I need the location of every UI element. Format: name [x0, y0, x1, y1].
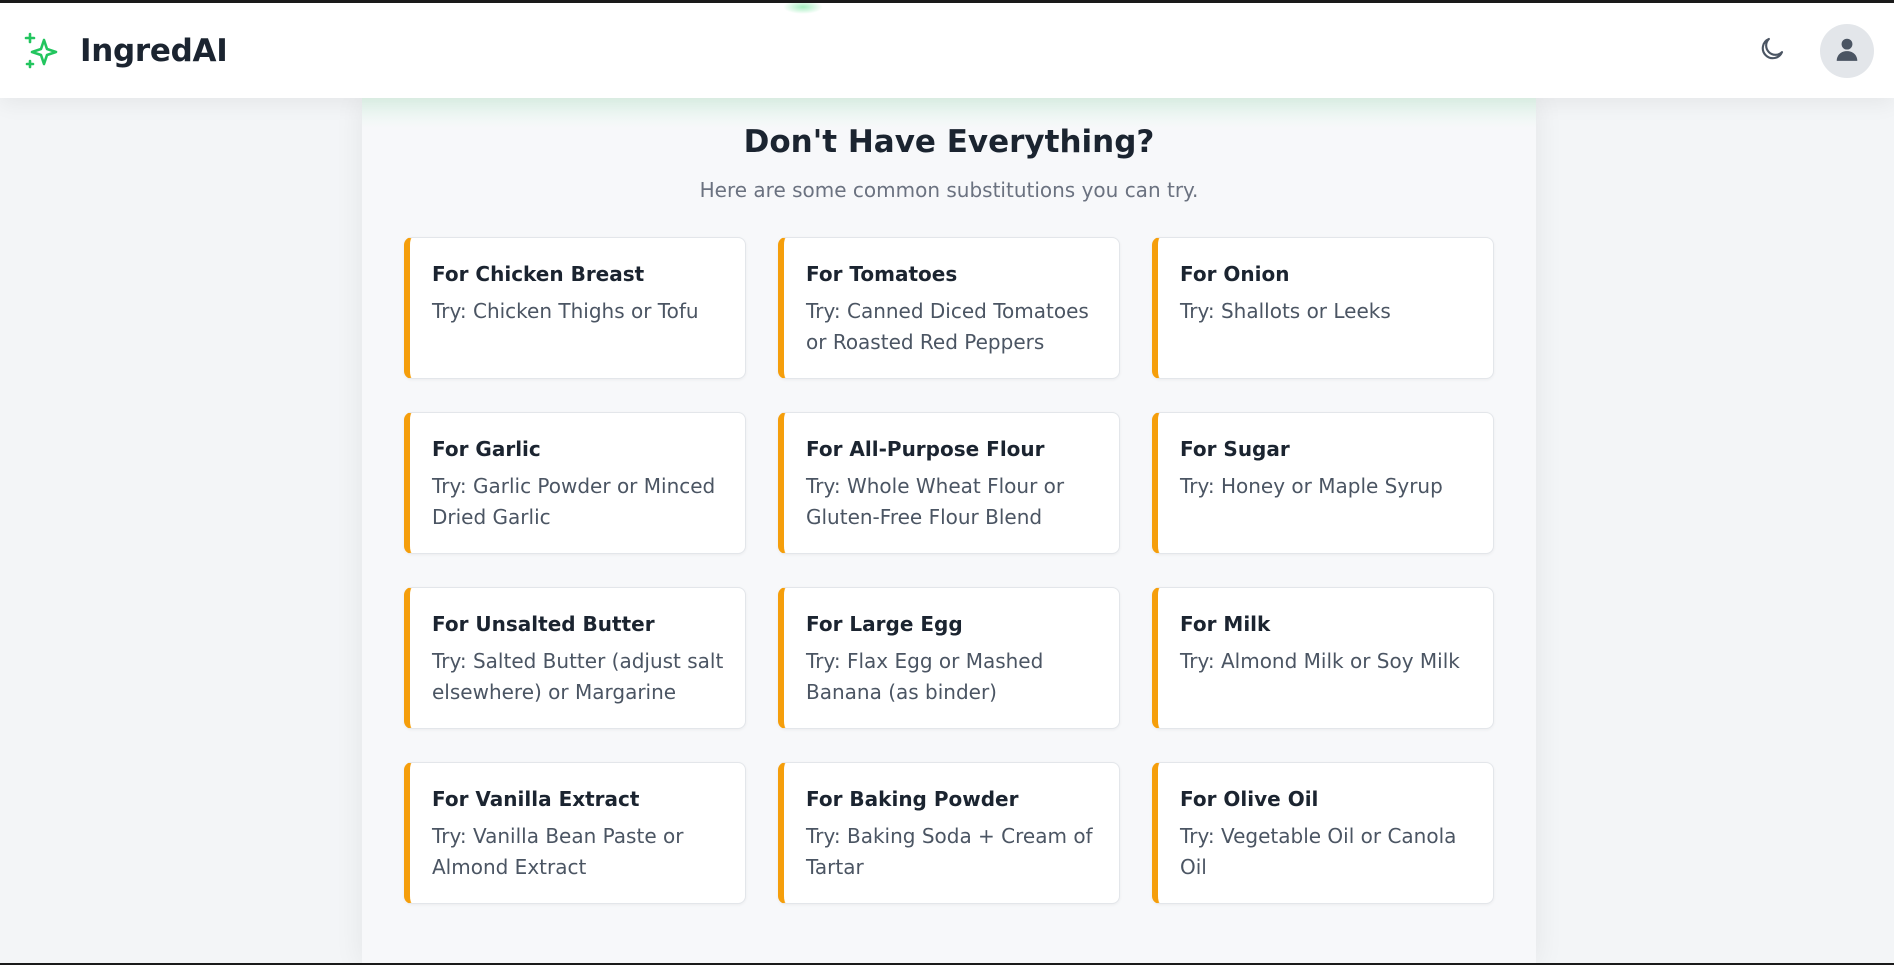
substitution-card-onion: For Onion Try: Shallots or Leeks: [1152, 237, 1494, 379]
card-text: Try: Canned Diced Tomatoes or Roasted Re…: [806, 299, 1089, 354]
card-title: For Milk: [1180, 612, 1271, 636]
card-text: Try: Whole Wheat Flour or Gluten-Free Fl…: [806, 474, 1065, 529]
card-text: Try: Honey or Maple Syrup: [1180, 474, 1443, 498]
moon-icon: [1757, 34, 1787, 68]
substitution-card-all-purpose-flour: For All-Purpose Flour Try: Whole Wheat F…: [778, 412, 1120, 554]
app-header: IngredAI: [0, 3, 1894, 98]
card-title: For Large Egg: [806, 612, 963, 636]
card-title: For Chicken Breast: [432, 262, 645, 286]
card-text: Try: Garlic Powder or Minced Dried Garli…: [432, 474, 716, 529]
top-border: [0, 0, 1894, 3]
card-title: For Garlic: [432, 437, 541, 461]
substitution-card-large-egg: For Large Egg Try: Flax Egg or Mashed Ba…: [778, 587, 1120, 729]
card-title: For Tomatoes: [806, 262, 958, 286]
card-text: Try: Almond Milk or Soy Milk: [1180, 649, 1460, 673]
card-title: For Olive Oil: [1180, 787, 1319, 811]
theme-toggle-button[interactable]: [1748, 27, 1796, 75]
substitution-card-unsalted-butter: For Unsalted Butter Try: Salted Butter (…: [404, 587, 746, 729]
card-title: For Vanilla Extract: [432, 787, 640, 811]
substitutions-grid: For Chicken Breast Try: Chicken Thighs o…: [404, 237, 1494, 904]
user-avatar-button[interactable]: [1820, 23, 1874, 78]
substitution-card-sugar: For Sugar Try: Honey or Maple Syrup: [1152, 412, 1494, 554]
card-text: Try: Flax Egg or Mashed Banana (as binde…: [806, 649, 1044, 704]
substitution-card-baking-powder: For Baking Powder Try: Baking Soda + Cre…: [778, 762, 1120, 904]
brand[interactable]: IngredAI: [22, 31, 228, 71]
substitution-card-tomatoes: For Tomatoes Try: Canned Diced Tomatoes …: [778, 237, 1120, 379]
substitution-card-garlic: For Garlic Try: Garlic Powder or Minced …: [404, 412, 746, 554]
card-text: Try: Chicken Thighs or Tofu: [432, 299, 699, 323]
card-title: For Onion: [1180, 262, 1290, 286]
card-title: For Sugar: [1180, 437, 1290, 461]
substitution-card-chicken-breast: For Chicken Breast Try: Chicken Thighs o…: [404, 237, 746, 379]
card-title: For Baking Powder: [806, 787, 1019, 811]
header-actions: [1748, 23, 1874, 78]
sparkles-icon: [22, 31, 62, 71]
card-title: For Unsalted Butter: [432, 612, 655, 636]
substitution-card-vanilla-extract: For Vanilla Extract Try: Vanilla Bean Pa…: [404, 762, 746, 904]
section-subtitle: Here are some common substitutions you c…: [699, 178, 1199, 202]
section-title: Don't Have Everything?: [743, 124, 1155, 160]
card-text: Try: Vanilla Bean Paste or Almond Extrac…: [432, 824, 684, 879]
card-text: Try: Salted Butter (adjust salt elsewher…: [432, 649, 724, 704]
app-name: IngredAI: [80, 32, 228, 69]
card-text: Try: Vegetable Oil or Canola Oil: [1180, 824, 1457, 879]
card-text: Try: Shallots or Leeks: [1180, 299, 1391, 323]
card-title: For All-Purpose Flour: [806, 437, 1045, 461]
substitution-card-milk: For Milk Try: Almond Milk or Soy Milk: [1152, 587, 1494, 729]
user-icon: [1834, 36, 1860, 66]
substitution-card-olive-oil: For Olive Oil Try: Vegetable Oil or Cano…: [1152, 762, 1494, 904]
card-text: Try: Baking Soda + Cream of Tartar: [806, 824, 1093, 879]
